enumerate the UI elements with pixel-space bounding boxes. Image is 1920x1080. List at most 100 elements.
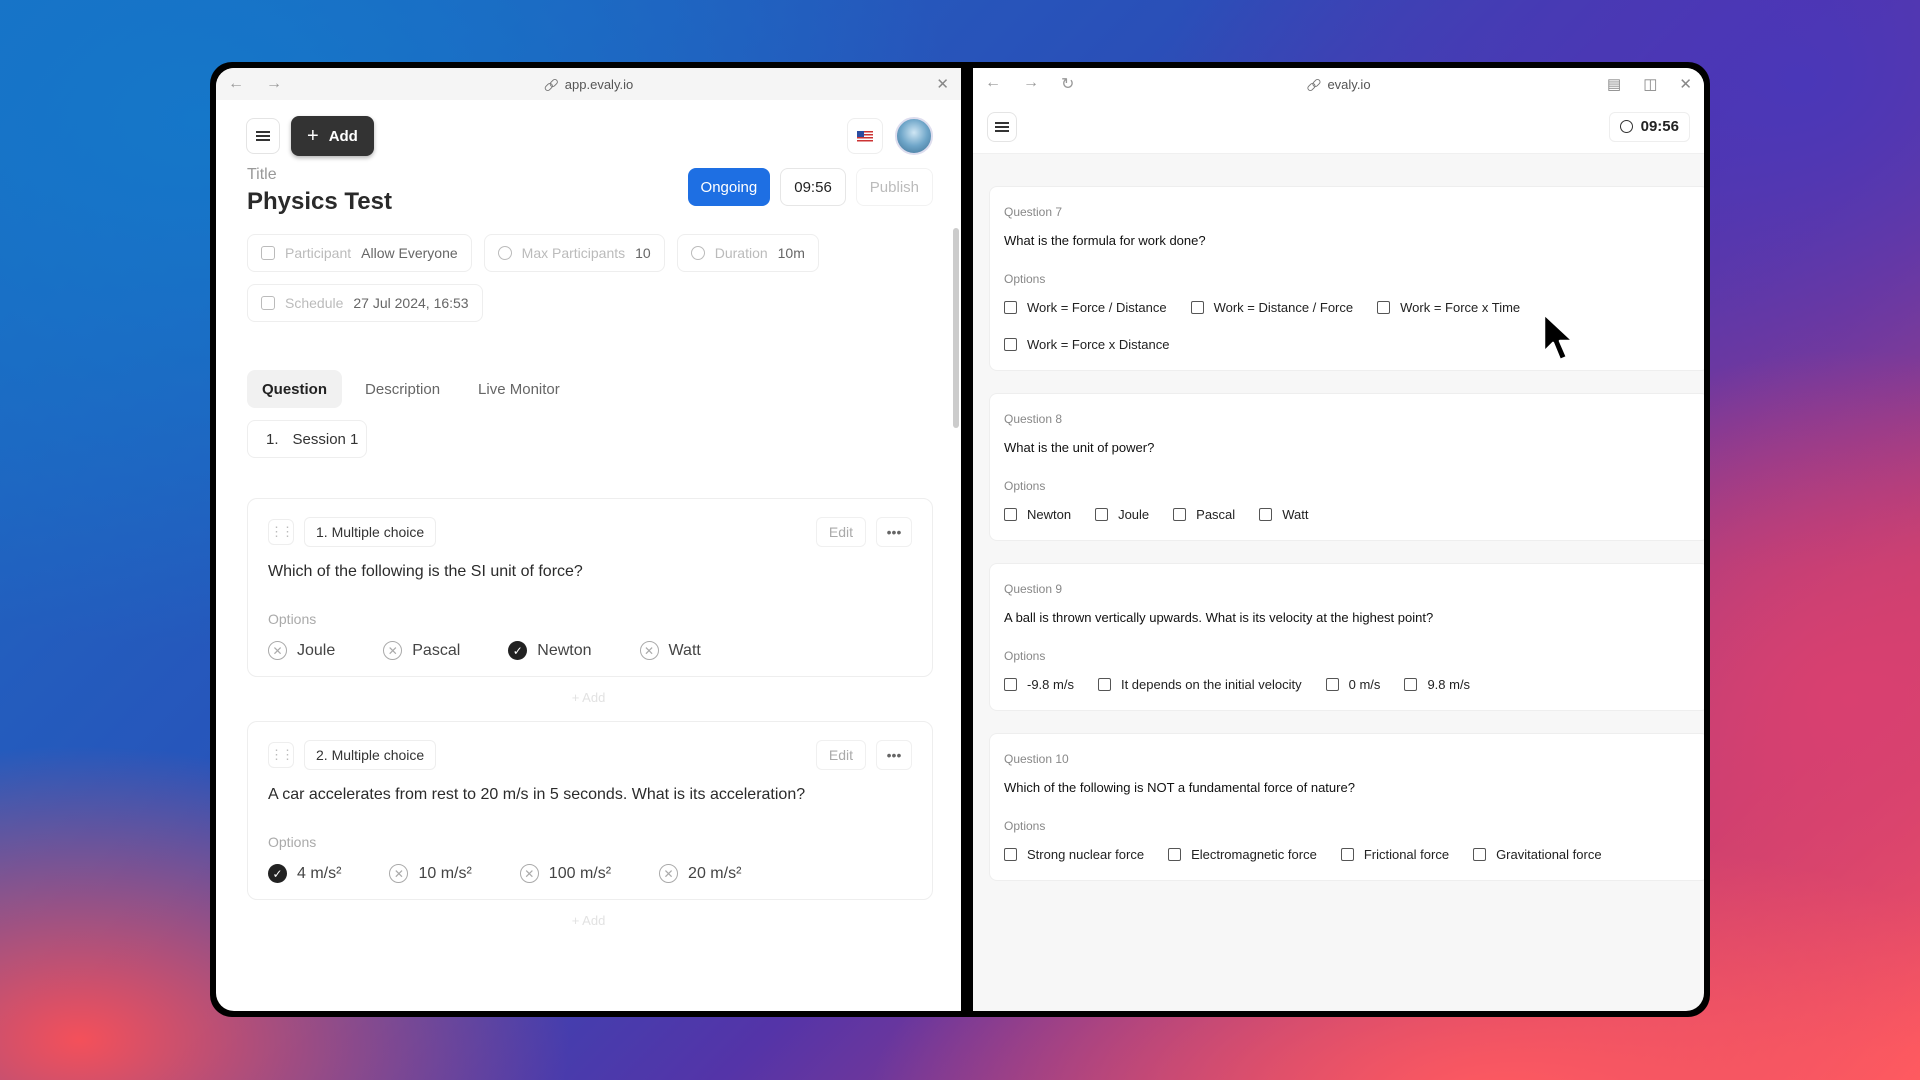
more-options-icon[interactable]: •••	[876, 740, 912, 770]
option-item[interactable]: ✕ 10 m/s²	[389, 864, 472, 883]
back-arrow-icon[interactable]: ←	[985, 74, 1001, 94]
more-options-icon[interactable]: •••	[876, 517, 912, 547]
question-card: Question 7 What is the formula for work …	[989, 186, 1704, 371]
option-label: Work = Distance / Force	[1213, 300, 1354, 315]
address-field[interactable]: app.evaly.io	[544, 77, 633, 92]
reload-icon[interactable]: ↻	[1061, 74, 1074, 94]
question-number: Question 7	[1004, 205, 1063, 219]
exam-header: 09:56	[973, 100, 1704, 154]
right-url-bar: ← → ↻ evaly.io ▤ ◫ ✕	[973, 68, 1704, 100]
add-question-button[interactable]: + Add	[216, 677, 961, 721]
drag-handle-icon[interactable]: ⋮⋮	[268, 519, 294, 545]
option-checkbox[interactable]: It depends on the initial velocity	[1097, 677, 1302, 692]
tab-description[interactable]: Description	[350, 370, 455, 408]
option-label: Strong nuclear force	[1027, 847, 1145, 862]
option-item-correct[interactable]: ✓ Newton	[508, 641, 592, 660]
option-checkbox[interactable]: 9.8 m/s	[1404, 677, 1470, 692]
tab-question[interactable]: Question	[247, 370, 343, 408]
duration-value: 10m	[777, 245, 805, 261]
status-badge[interactable]: Ongoing	[687, 168, 771, 206]
publish-button[interactable]: Publish	[855, 168, 933, 206]
app-header: + Add	[216, 100, 961, 156]
checkbox-icon	[1004, 301, 1017, 314]
question-type-tag[interactable]: 2. Multiple choice	[304, 740, 437, 770]
link-icon	[544, 78, 557, 91]
option-checkbox[interactable]: Newton	[1004, 507, 1071, 522]
status-group: Ongoing 09:56 Publish	[687, 168, 933, 206]
question-card: Question 9 A ball is thrown vertically u…	[989, 563, 1704, 711]
option-label: -9.8 m/s	[1027, 677, 1074, 692]
page-title[interactable]: Physics Test	[247, 188, 392, 216]
forward-arrow-icon[interactable]: →	[266, 75, 282, 93]
option-checkbox[interactable]: Electromagnetic force	[1168, 847, 1317, 862]
option-item[interactable]: ✕ 20 m/s²	[659, 864, 741, 883]
nav-controls: ← → ↻	[985, 74, 1074, 94]
option-checkbox[interactable]: Work = Force x Distance	[1004, 337, 1694, 352]
avatar[interactable]	[895, 117, 933, 155]
checkbox-icon	[1473, 848, 1487, 861]
question-text: Which of the following is NOT a fundamen…	[1004, 780, 1355, 795]
checkbox-icon	[1377, 301, 1391, 314]
session-selector[interactable]: 1. Session 1	[247, 420, 367, 458]
checkbox-icon	[1004, 848, 1017, 861]
option-checkbox[interactable]: Work = Force / Distance	[1004, 300, 1167, 315]
drag-handle-icon[interactable]: ⋮⋮	[268, 742, 294, 768]
options-label: Options	[1004, 819, 1046, 833]
checkbox-icon	[1325, 678, 1339, 691]
question-type-tag[interactable]: 1. Multiple choice	[304, 517, 437, 547]
checkbox-icon	[1097, 678, 1111, 691]
tab-live-monitor[interactable]: Live Monitor	[463, 370, 575, 408]
option-label: 9.8 m/s	[1427, 677, 1471, 692]
session-label: Session 1	[292, 430, 359, 448]
add-question-button[interactable]: + Add	[216, 900, 961, 944]
language-button[interactable]	[847, 118, 883, 154]
option-checkbox[interactable]: Gravitational force	[1473, 847, 1602, 862]
forward-arrow-icon[interactable]: →	[1023, 74, 1039, 94]
option-checkbox[interactable]: Pascal	[1173, 507, 1235, 522]
close-icon[interactable]: ✕	[1679, 75, 1692, 93]
check-circle-icon: ✓	[508, 641, 528, 660]
option-label: Pascal	[412, 641, 461, 659]
option-checkbox[interactable]: Work = Distance / Force	[1190, 300, 1354, 315]
option-label: Joule	[1118, 507, 1150, 522]
scrollbar[interactable]	[953, 228, 959, 428]
schedule-setting[interactable]: Schedule 27 Jul 2024, 16:53	[247, 284, 483, 322]
max-participants-setting[interactable]: Max Participants 10	[483, 234, 665, 272]
countdown-timer: 09:56	[1608, 111, 1690, 142]
option-item-correct[interactable]: ✓ 4 m/s²	[268, 864, 341, 883]
option-item[interactable]: ✕ 100 m/s²	[519, 864, 611, 883]
close-icon[interactable]: ✕	[936, 75, 949, 93]
window-controls: ✕	[936, 75, 949, 93]
option-checkbox[interactable]: 0 m/s	[1325, 677, 1380, 692]
url-text: app.evaly.io	[564, 76, 634, 92]
back-arrow-icon[interactable]: ←	[228, 75, 244, 93]
question-number: Question 10	[1004, 752, 1069, 766]
split-view-icon[interactable]: ◫	[1643, 75, 1657, 93]
duration-setting[interactable]: Duration 10m	[676, 234, 819, 272]
option-checkbox[interactable]: Frictional force	[1340, 847, 1449, 862]
option-checkbox[interactable]: Work = Force x Time	[1377, 300, 1520, 315]
option-item[interactable]: ✕ Pascal	[383, 641, 460, 660]
edit-button[interactable]: Edit	[815, 740, 866, 770]
option-checkbox[interactable]: Strong nuclear force	[1004, 847, 1144, 862]
option-checkbox[interactable]: Joule	[1095, 507, 1149, 522]
options-label: Options	[1004, 272, 1046, 286]
x-circle-icon: ✕	[639, 641, 659, 660]
option-item[interactable]: ✕ Watt	[639, 641, 701, 660]
reader-icon[interactable]: ▤	[1607, 75, 1621, 93]
option-checkbox[interactable]: Watt	[1259, 507, 1308, 522]
checkbox-icon	[1259, 508, 1273, 521]
address-field[interactable]: evaly.io	[1306, 77, 1370, 92]
menu-button[interactable]	[987, 111, 1017, 142]
option-item[interactable]: ✕ Joule	[268, 641, 335, 660]
edit-button[interactable]: Edit	[815, 517, 866, 547]
question-text: A car accelerates from rest to 20 m/s in…	[268, 786, 806, 803]
option-checkbox[interactable]: -9.8 m/s	[1004, 677, 1074, 692]
participant-setting[interactable]: Participant Allow Everyone	[247, 234, 472, 272]
options-list: ✕ Joule ✕ Pascal ✓ Newton ✕ Watt	[268, 641, 912, 660]
menu-button[interactable]	[246, 118, 280, 154]
question-number: Question 8	[1004, 412, 1063, 426]
add-button[interactable]: + Add	[291, 116, 374, 156]
options-list: Work = Force / Distance Work = Distance …	[1004, 300, 1694, 352]
x-circle-icon: ✕	[659, 864, 679, 883]
